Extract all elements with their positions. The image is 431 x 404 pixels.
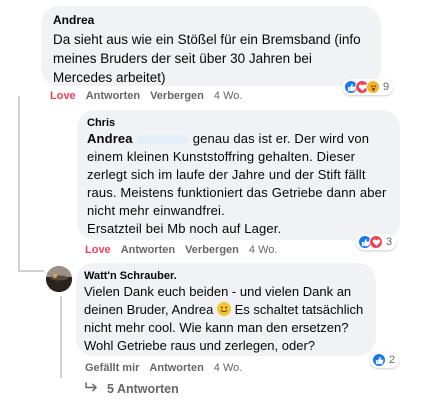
comment-author[interactable]: Chris — [87, 117, 390, 130]
comment-author[interactable]: Watt'n Schrauber. — [84, 269, 368, 283]
reply-button[interactable]: Antworten — [86, 90, 140, 102]
comment-bubble: Andrea Da sieht aus wie ein Stößel für e… — [41, 6, 381, 86]
comment-timestamp[interactable]: 4 Wo. — [214, 362, 243, 374]
hide-button[interactable]: Verbergen — [150, 90, 204, 102]
blurred-name — [136, 135, 189, 145]
mention-link[interactable]: Andrea — [87, 131, 133, 146]
comment-bubble: Watt'n Schrauber. Vielen Dank euch beide… — [76, 263, 376, 356]
avatar[interactable] — [46, 266, 72, 292]
comment-timestamp[interactable]: 4 Wo. — [214, 90, 243, 102]
comment-actions: Love Antworten Verbergen 4 Wo. — [50, 90, 242, 102]
reply-button[interactable]: Antworten — [121, 244, 175, 256]
love-reaction-button[interactable]: Love — [85, 244, 111, 256]
comment-bubble: Chris Andrea genau das ist er. Der wird v… — [77, 110, 400, 240]
comment-author[interactable]: Andrea — [53, 13, 369, 28]
like-button[interactable]: Gefällt mir — [85, 362, 139, 374]
comment-actions: Gefällt mir Antworten 4 Wo. — [85, 362, 242, 374]
reaction-count: 9 — [383, 81, 390, 93]
reaction-summary[interactable]: 2 — [370, 352, 400, 368]
comment-text: Da sieht aus wie ein Stößel für ein Brem… — [53, 32, 361, 85]
thread-line-replies — [60, 296, 62, 378]
comment-text: Andrea genau das ist er. Der wird von ein… — [87, 130, 390, 238]
reaction-count: 2 — [389, 354, 396, 366]
smile-emoji-icon — [217, 302, 232, 316]
thread-line-curve — [18, 270, 44, 272]
comment-actions: Love Antworten Verbergen 4 Wo. — [85, 244, 277, 256]
reply-arrow-icon — [84, 382, 99, 396]
view-replies-link[interactable]: 5 Antworten — [84, 382, 179, 396]
reaction-summary[interactable]: 3 — [356, 234, 397, 250]
love-reaction-button[interactable]: Love — [50, 90, 76, 102]
comment-timestamp[interactable]: 4 Wo. — [249, 244, 278, 256]
thread-line — [18, 96, 20, 272]
love-reaction-icon — [369, 235, 383, 249]
reaction-count: 3 — [386, 236, 393, 248]
comment-text: Vielen Dank euch beiden - und vielen Dan… — [84, 283, 368, 355]
wow-reaction-icon — [366, 80, 380, 94]
replies-count-label: 5 Antworten — [107, 382, 179, 396]
reaction-summary[interactable]: 9 — [342, 79, 394, 95]
hide-button[interactable]: Verbergen — [185, 244, 239, 256]
comment-body: genau das ist er. Der wird von einem kle… — [87, 131, 387, 236]
reply-button[interactable]: Antworten — [149, 362, 203, 374]
like-reaction-icon — [372, 353, 386, 367]
